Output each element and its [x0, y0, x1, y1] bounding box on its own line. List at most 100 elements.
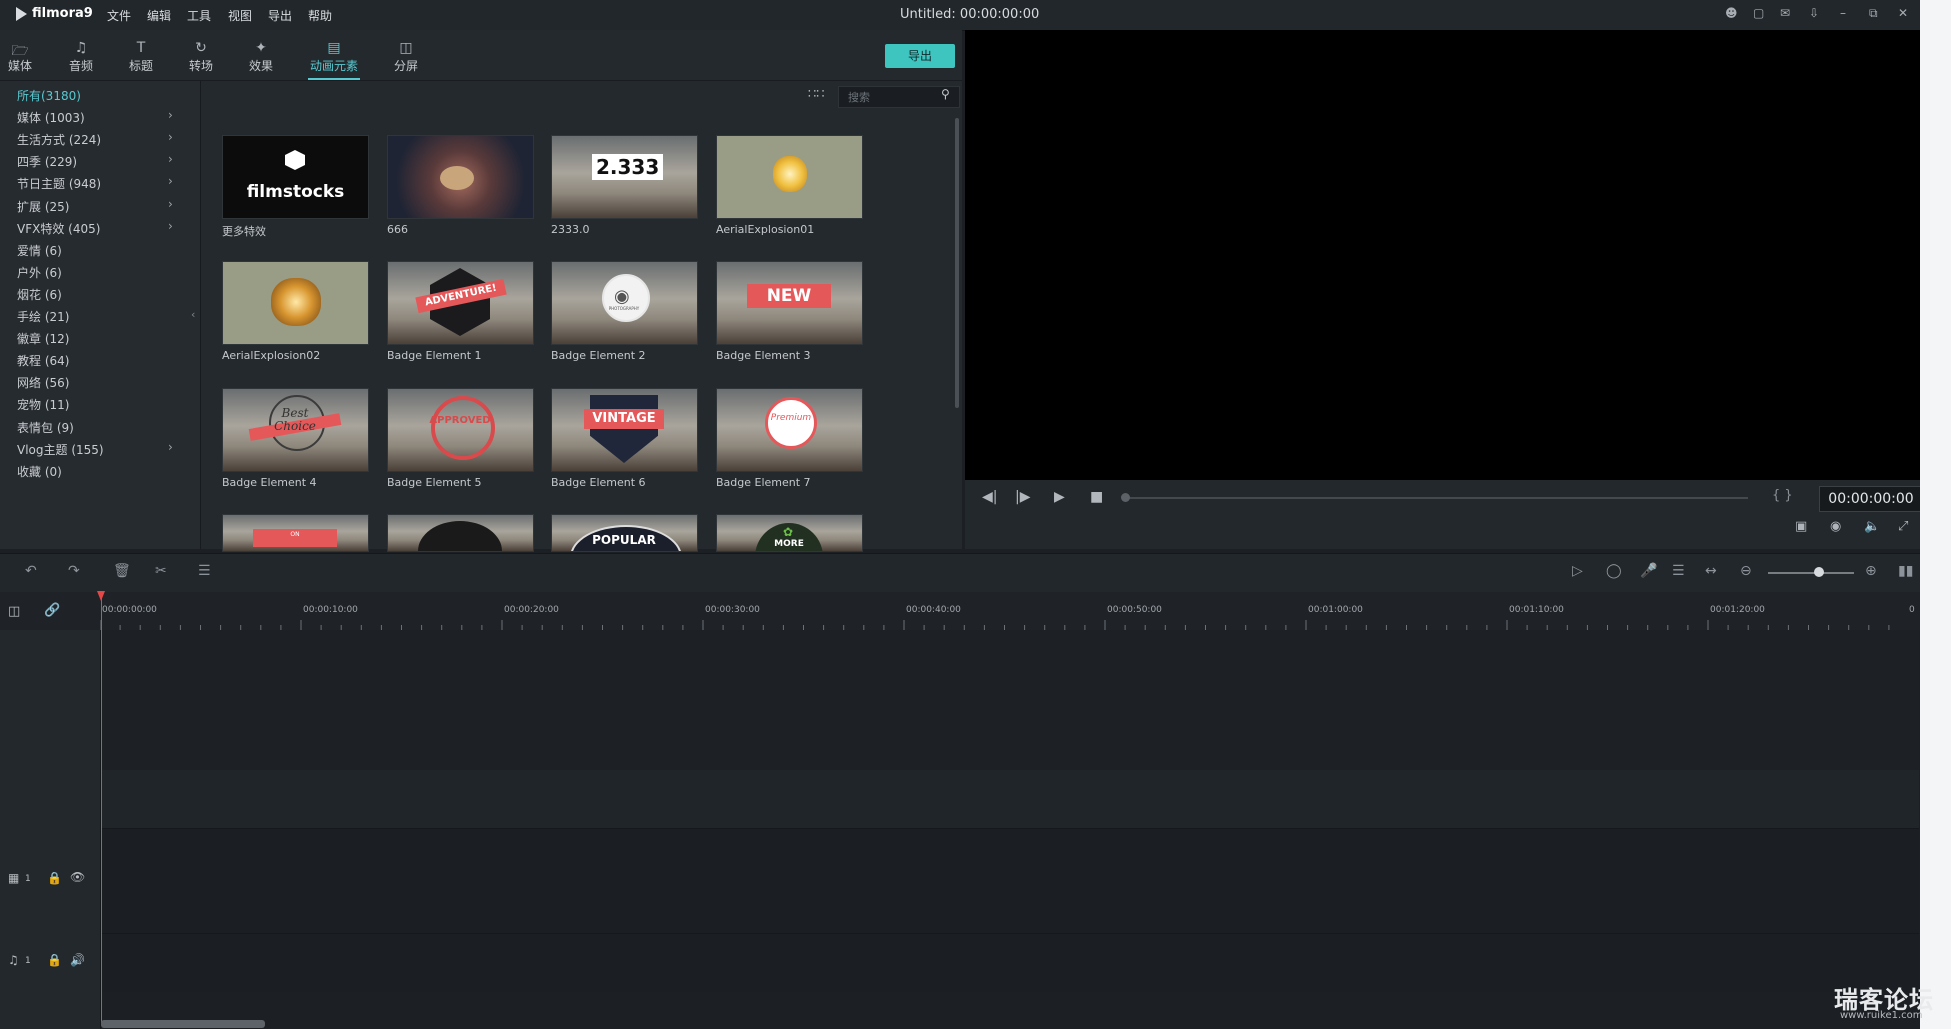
link-icon[interactable]: 🔗 — [44, 603, 60, 618]
timeline-scrollbar[interactable] — [101, 1020, 265, 1028]
add-track-icon[interactable]: ◫ — [8, 604, 20, 619]
category-item[interactable]: 扩展 (25) — [17, 198, 69, 215]
category-item[interactable]: 收藏 (0) — [17, 463, 62, 480]
category-item[interactable]: 所有(3180) — [17, 87, 81, 104]
zoom-out-icon[interactable]: ⊖ — [1740, 563, 1752, 579]
seek-handle[interactable] — [1121, 493, 1130, 502]
delete-icon[interactable]: 🗑 — [113, 563, 131, 579]
category-item[interactable]: 生活方式 (224) — [17, 131, 101, 148]
element-thumbnail[interactable]: ◉ PHOTOGRAPHY — [551, 261, 698, 345]
menu-export[interactable]: 导出 — [268, 7, 292, 24]
category-item[interactable]: 宠物 (11) — [17, 396, 69, 413]
element-thumbnail[interactable]: ADVENTURE! — [387, 261, 534, 345]
menu-view[interactable]: 视图 — [228, 7, 252, 24]
element-thumbnail[interactable]: POPULAR — [551, 514, 698, 552]
mail-icon[interactable]: ✉ — [1780, 6, 1790, 20]
category-item[interactable]: Vlog主题 (155) — [17, 441, 104, 458]
element-thumbnail[interactable]: Premium — [716, 388, 863, 472]
element-thumbnail[interactable]: ON — [222, 514, 369, 552]
stop-icon[interactable]: ■ — [1090, 489, 1103, 505]
element-thumbnail[interactable]: 2.333 — [551, 135, 698, 219]
category-item[interactable]: 网络 (56) — [17, 374, 69, 391]
lock-icon[interactable]: 🔒 — [47, 871, 62, 885]
menu-edit[interactable]: 编辑 — [147, 7, 171, 24]
tab-elements[interactable]: ▤ 动画元素 — [302, 40, 366, 74]
display-settings-icon[interactable]: ▣ — [1795, 519, 1807, 534]
tab-transitions[interactable]: ↻ 转场 — [175, 40, 227, 74]
menu-file[interactable]: 文件 — [107, 7, 131, 24]
element-thumbnail[interactable]: VINTAGE — [551, 388, 698, 472]
category-item[interactable]: 徽章 (12) — [17, 330, 69, 347]
chevron-right-icon[interactable]: › — [168, 152, 173, 166]
menu-tools[interactable]: 工具 — [187, 7, 211, 24]
element-thumbnail[interactable] — [716, 135, 863, 219]
mark-in-out-icon[interactable]: { } — [1772, 488, 1793, 503]
save-icon[interactable]: ▢ — [1753, 6, 1764, 20]
chevron-right-icon[interactable]: › — [168, 197, 173, 211]
eye-icon[interactable]: 👁 — [70, 870, 85, 884]
collapse-sidebar-icon[interactable]: ‹ — [191, 308, 195, 321]
library-scrollbar[interactable] — [955, 118, 959, 408]
play-icon[interactable]: ▶ — [1054, 489, 1065, 505]
cut-icon[interactable]: ✂ — [155, 563, 167, 579]
voiceover-icon[interactable]: 🎤 — [1640, 563, 1657, 579]
prev-frame-icon[interactable]: ◀| — [982, 489, 997, 505]
element-thumbnail[interactable] — [387, 135, 534, 219]
next-frame-icon[interactable]: |▶ — [1015, 489, 1030, 505]
chevron-right-icon[interactable]: › — [168, 174, 173, 188]
category-item[interactable]: 烟花 (6) — [17, 286, 62, 303]
chevron-right-icon[interactable]: › — [168, 219, 173, 233]
tab-media[interactable]: 🗁 媒体 — [0, 40, 46, 74]
grid-view-icon[interactable]: ∷∷ — [808, 87, 825, 102]
category-item[interactable]: 节日主题 (948) — [17, 175, 101, 192]
category-item[interactable]: 四季 (229) — [17, 153, 77, 170]
adjust-icon[interactable]: ☰ — [198, 563, 211, 579]
element-thumbnail[interactable]: NEW — [716, 261, 863, 345]
playhead[interactable] — [101, 592, 102, 1025]
restore-icon[interactable]: ⧉ — [1869, 6, 1878, 21]
minimize-icon[interactable]: – — [1840, 6, 1846, 20]
category-item[interactable]: VFX特效 (405) — [17, 220, 100, 237]
playhead-handle[interactable] — [97, 591, 105, 601]
render-preview-icon[interactable]: ▷ — [1572, 563, 1583, 579]
category-item[interactable]: 户外 (6) — [17, 264, 62, 281]
user-icon[interactable]: ☻ — [1725, 6, 1738, 20]
category-item[interactable]: 表情包 (9) — [17, 419, 74, 436]
zoom-slider[interactable] — [1768, 572, 1854, 574]
fit-icon[interactable]: ↔ — [1705, 563, 1717, 579]
fullscreen-icon[interactable]: ⤢ — [1898, 519, 1908, 534]
tab-titles[interactable]: T 标题 — [115, 40, 167, 74]
speaker-icon[interactable]: 🔊 — [70, 953, 85, 967]
close-icon[interactable]: ✕ — [1898, 6, 1908, 20]
snapshot-icon[interactable]: ◉ — [1830, 519, 1841, 534]
element-thumbnail[interactable] — [222, 261, 369, 345]
chevron-right-icon[interactable]: › — [168, 440, 173, 454]
category-item[interactable]: 媒体 (1003) — [17, 109, 85, 126]
element-thumbnail[interactable] — [387, 514, 534, 552]
undo-icon[interactable]: ↶ — [25, 563, 37, 579]
lock-icon[interactable]: 🔒 — [47, 953, 62, 967]
element-thumbnail[interactable]: Best Choice — [222, 388, 369, 472]
menu-help[interactable]: 帮助 — [308, 7, 332, 24]
redo-icon[interactable]: ↷ — [68, 563, 80, 579]
export-button[interactable]: 导出 — [885, 44, 955, 68]
marker-icon[interactable]: ◯ — [1606, 563, 1622, 579]
tab-effects[interactable]: ✦ 效果 — [235, 40, 287, 74]
zoom-slider-handle[interactable] — [1814, 567, 1824, 577]
video-track[interactable] — [101, 828, 1919, 934]
seek-bar[interactable] — [1124, 497, 1748, 499]
audio-track[interactable] — [101, 933, 1919, 992]
tab-audio[interactable]: ♫ 音频 — [55, 40, 107, 74]
category-item[interactable]: 教程 (64) — [17, 352, 69, 369]
category-item[interactable]: 爱情 (6) — [17, 242, 62, 259]
volume-icon[interactable]: 🔈 — [1864, 519, 1880, 534]
category-item[interactable]: 手绘 (21) — [17, 308, 69, 325]
audio-mixer-icon[interactable]: ☰ — [1672, 563, 1685, 579]
zoom-in-icon[interactable]: ⊕ — [1865, 563, 1877, 579]
chevron-right-icon[interactable]: › — [168, 108, 173, 122]
element-thumbnail[interactable]: filmstocks — [222, 135, 369, 219]
tab-split-screen[interactable]: ◫ 分屏 — [380, 40, 432, 74]
element-thumbnail[interactable]: APPROVED — [387, 388, 534, 472]
download-icon[interactable]: ⇩ — [1809, 6, 1819, 20]
layout-icon[interactable]: ▮▮ — [1898, 563, 1913, 579]
